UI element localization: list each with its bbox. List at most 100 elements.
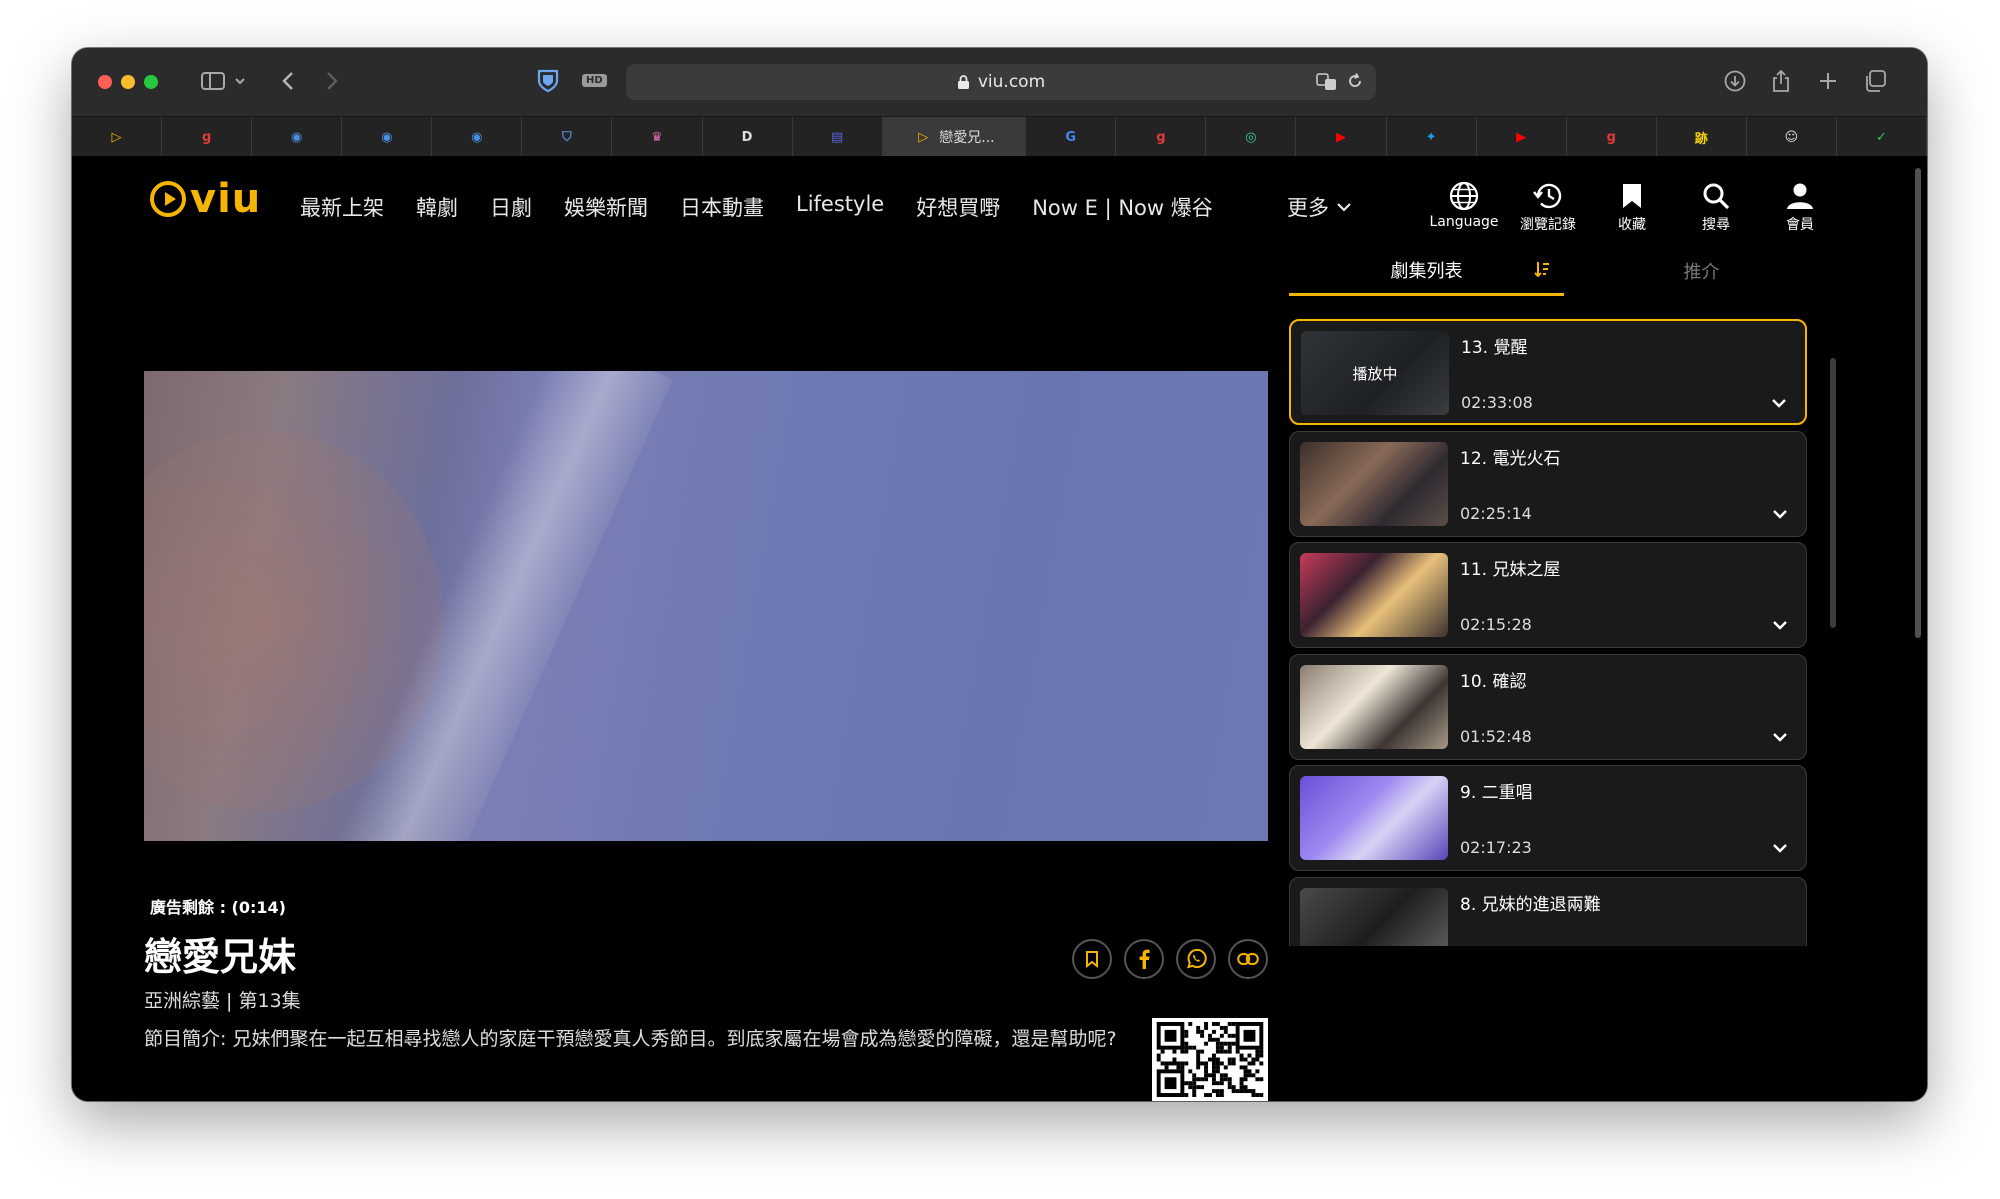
- browser-tab[interactable]: ◎: [1206, 117, 1297, 157]
- bitwarden-extension-icon[interactable]: [534, 66, 562, 96]
- episode-duration: 02:15:28: [1460, 615, 1532, 634]
- episode-thumbnail[interactable]: [1300, 664, 1448, 749]
- smile-icon: ☺: [1784, 129, 1799, 145]
- main-nav: 最新上架 韓劇 日劇 娛樂新聞 日本動畫 Lifestyle 好想買嘢 Now …: [300, 192, 1213, 222]
- nav-item-japanese-drama[interactable]: 日劇: [490, 192, 532, 222]
- episode-card[interactable]: 11. 兄妹之屋 02:15:28: [1289, 542, 1807, 648]
- video-player[interactable]: [144, 371, 1268, 841]
- browser-tab[interactable]: ▶: [1477, 117, 1567, 157]
- address-bar[interactable]: viu.com: [626, 64, 1376, 100]
- nav-item-latest[interactable]: 最新上架: [300, 192, 384, 222]
- nav-item-entertainment-news[interactable]: 娛樂新聞: [564, 192, 648, 222]
- qr-code: [1152, 1018, 1268, 1101]
- more-label: 更多: [1287, 196, 1329, 220]
- chevron-down-icon[interactable]: [232, 66, 248, 96]
- twitter-icon: ✦: [1425, 129, 1437, 145]
- hd-badge[interactable]: HD: [582, 74, 607, 87]
- browser-tab[interactable]: ✓: [1837, 117, 1927, 157]
- nav-item-korean-drama[interactable]: 韓劇: [416, 192, 458, 222]
- browser-tab[interactable]: ♛: [612, 117, 703, 157]
- browser-tab[interactable]: ◉: [432, 117, 523, 157]
- browser-tab[interactable]: ⛉: [522, 117, 613, 157]
- new-tab-icon[interactable]: [1816, 66, 1840, 96]
- tab-episode-list[interactable]: 劇集列表: [1289, 246, 1564, 296]
- tab-bar: ▷ g ◉ ◉ ◉ ⛉ ♛ D ▤ ▷ 戀愛兄... Gg ◎ ▶ ✦ ▶ g 跡 ☺ ✓: [72, 116, 1927, 157]
- search-button[interactable]: 搜尋: [1671, 180, 1761, 234]
- browser-tab[interactable]: ▷: [72, 117, 163, 157]
- nav-item-shopping[interactable]: 好想買嘢: [916, 192, 1000, 222]
- episode-title: 10. 確認: [1460, 671, 1527, 692]
- episode-title: 13. 覺醒: [1461, 338, 1528, 358]
- episode-thumbnail[interactable]: [1300, 776, 1448, 860]
- zoom-window-button[interactable]: [144, 75, 158, 89]
- sort-icon[interactable]: [1534, 260, 1550, 282]
- history-button[interactable]: 瀏覽記錄: [1503, 180, 1593, 234]
- show-description: 節目簡介: 兄妹們聚在一起互相尋找戀人的家庭干預戀愛真人秀節目。到底家屬在場會成…: [144, 1028, 1117, 1050]
- nav-item-now-e[interactable]: Now E | Now 爆谷: [1032, 192, 1213, 222]
- episode-thumbnail[interactable]: [1300, 553, 1448, 637]
- browser-tab-active[interactable]: ▷ 戀愛兄...: [882, 117, 1027, 157]
- trophy-icon: ♛: [651, 129, 663, 145]
- browser-tab[interactable]: ▶: [1296, 117, 1387, 157]
- close-window-button[interactable]: [98, 75, 112, 89]
- browser-tab[interactable]: g: [1567, 117, 1657, 157]
- page-scrollbar[interactable]: [1915, 168, 1921, 638]
- minimize-window-button[interactable]: [121, 75, 135, 89]
- whatsapp-share-button[interactable]: [1176, 939, 1216, 979]
- sidebar-toggle-icon[interactable]: [198, 66, 228, 96]
- browser-tab[interactable]: ◉: [252, 117, 343, 157]
- browser-tab[interactable]: ☺: [1747, 117, 1837, 157]
- bookmark-icon: [1623, 184, 1641, 208]
- browser-tab[interactable]: ▤: [793, 117, 883, 157]
- browser-tab[interactable]: g: [162, 117, 253, 157]
- download-icon[interactable]: [1722, 66, 1748, 96]
- reload-icon[interactable]: [1346, 72, 1364, 95]
- browser-tab[interactable]: D: [703, 117, 793, 157]
- viu-logo[interactable]: viu: [150, 176, 261, 222]
- forward-arrow-icon[interactable]: [322, 66, 342, 96]
- browser-tab[interactable]: g: [1116, 117, 1207, 157]
- bookmark-button[interactable]: [1072, 939, 1112, 979]
- more-menu[interactable]: 更多: [1287, 192, 1351, 222]
- episode-card[interactable]: 10. 確認 01:52:48: [1289, 653, 1807, 760]
- expand-chevron-icon[interactable]: [1772, 508, 1788, 520]
- episode-thumbnail[interactable]: [1300, 887, 1448, 946]
- expand-chevron-icon[interactable]: [1772, 731, 1788, 743]
- episode-list-scrollbar[interactable]: [1830, 358, 1836, 628]
- episode-thumbnail[interactable]: 播放中: [1301, 331, 1449, 415]
- bitwarden-icon: ⛉: [562, 129, 572, 145]
- favorites-button[interactable]: 收藏: [1587, 180, 1677, 234]
- expand-chevron-icon[interactable]: [1771, 397, 1787, 409]
- episode-card[interactable]: 12. 電光火石 02:25:14: [1289, 430, 1807, 537]
- stack-icon: ▤: [831, 129, 844, 145]
- tab-recommend[interactable]: 推介: [1564, 246, 1839, 296]
- viu-play-icon: ▷: [918, 129, 929, 145]
- browser-window: HD viu.com ▷ g ◉ ◉ ◉ ⛉ ♛ D ▤ ▷ 戀愛兄... Gg ◎ ▶ ✦ ▶ g 跡 ☺: [72, 48, 1927, 1101]
- copy-link-button[interactable]: [1228, 939, 1268, 979]
- share-icon[interactable]: [1769, 66, 1793, 96]
- member-button[interactable]: 會員: [1755, 180, 1845, 234]
- expand-chevron-icon[interactable]: [1772, 619, 1788, 631]
- episode-card[interactable]: 9. 二重唱 02:17:23: [1289, 765, 1807, 871]
- expand-chevron-icon[interactable]: [1772, 842, 1788, 854]
- browser-tab[interactable]: ◉: [342, 117, 433, 157]
- episode-duration: 01:52:48: [1460, 726, 1532, 746]
- episode-panel-tabs: 劇集列表 推介: [1289, 246, 1829, 296]
- episode-card[interactable]: 播放中 13. 覺醒 02:33:08: [1289, 319, 1807, 425]
- facebook-share-button[interactable]: [1124, 939, 1164, 979]
- browser-tab[interactable]: 跡: [1657, 117, 1747, 157]
- language-button[interactable]: Language: [1419, 180, 1509, 230]
- browser-tab[interactable]: G: [1026, 117, 1117, 157]
- link-icon: [1237, 953, 1259, 965]
- browser-tab[interactable]: ✦: [1387, 117, 1477, 157]
- tab-overview-icon[interactable]: [1862, 66, 1888, 96]
- translate-icon[interactable]: [1316, 73, 1338, 96]
- back-arrow-icon[interactable]: [278, 66, 298, 96]
- episode-list: 播放中 13. 覺醒 02:33:08 12. 電光火石 02:25:14 11. 兄妹之…: [1289, 319, 1807, 946]
- episode-thumbnail[interactable]: [1300, 441, 1448, 526]
- episode-duration: 02:17:23: [1460, 838, 1532, 857]
- episode-card[interactable]: 8. 兄妹的進退兩難: [1289, 876, 1807, 946]
- nav-item-lifestyle[interactable]: Lifestyle: [796, 192, 884, 222]
- nav-item-anime[interactable]: 日本動畫: [680, 192, 764, 222]
- history-icon: [1533, 183, 1562, 209]
